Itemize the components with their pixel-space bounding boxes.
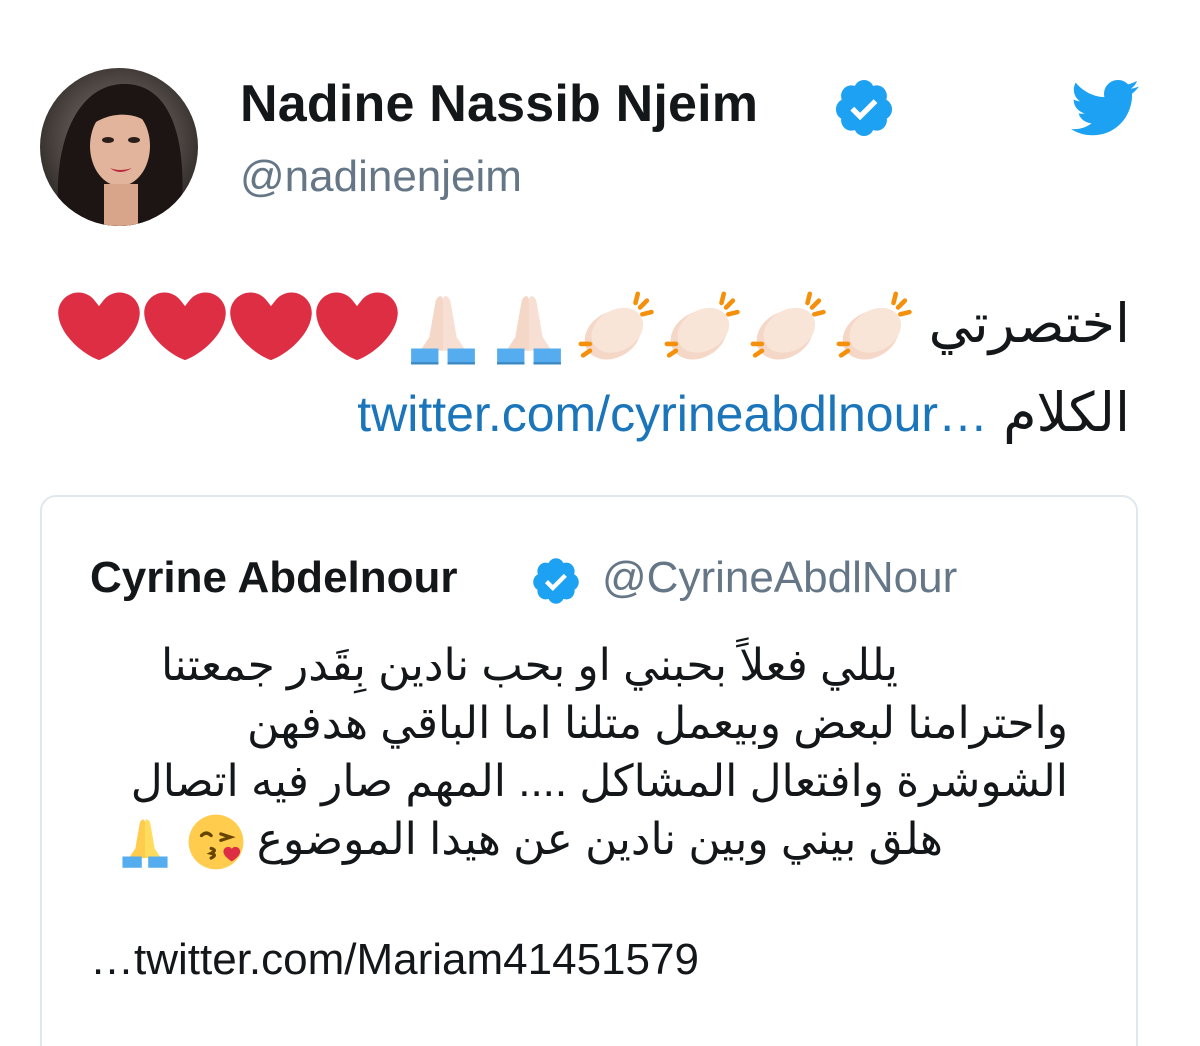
clapping-hands-icon: [746, 287, 828, 369]
tweet-word-2: الكلام: [1003, 382, 1130, 443]
clapping-hands-icon: [574, 287, 656, 369]
face-blowing-kiss-icon: [187, 813, 245, 871]
tweet-text-line-2: الكلام twitter.com/cyrineabdlnour…: [40, 369, 1130, 458]
quoted-line-2: واحترامنا لبعض وبيعمل متلنا اما الباقي ه…: [246, 699, 1068, 748]
verified-badge-icon: [533, 558, 579, 604]
tweet-word: اختصرتي: [928, 294, 1130, 354]
quoted-line-4-text: هلق بيني وبين نادين عن هيدا الموضوع: [256, 815, 943, 864]
emoji-row: [57, 287, 914, 369]
red-heart-icon: [315, 287, 398, 369]
red-heart-icon: [57, 287, 140, 369]
quoted-line-3: الشوشرة وافتعال المشاكل .... المهم صار ف…: [130, 757, 1068, 806]
clapping-hands-icon: [832, 287, 914, 369]
quoted-author-handle[interactable]: @CyrineAbdlNour: [602, 553, 957, 603]
clapping-hands-icon: [660, 287, 742, 369]
tweet-text: اختصرتي الكلام twitter.com/cyrineabdlnou…: [40, 280, 1130, 458]
quoted-author-name[interactable]: Cyrine Abdelnour: [90, 553, 458, 603]
verified-badge-icon: [835, 80, 892, 136]
twitter-bird-icon[interactable]: [1070, 78, 1140, 136]
folded-hands-icon: [116, 813, 174, 871]
author-avatar[interactable]: [40, 68, 198, 226]
tweet-link[interactable]: twitter.com/cyrineabdlnour…: [357, 386, 988, 442]
tweet-card: Nadine Nassib Njeim @nadinenjeim اختصرتي: [0, 0, 1200, 1046]
quoted-tweet[interactable]: Cyrine Abdelnour @CyrineAbdlNour يللي فع…: [40, 495, 1138, 1046]
quoted-line-1: يللي فعلاً بحبني او بحب نادين بِقَدر جمع…: [161, 641, 898, 690]
red-heart-icon: [229, 287, 312, 369]
author-name[interactable]: Nadine Nassib Njeim: [240, 74, 758, 134]
folded-hands-icon: [402, 287, 484, 369]
quoted-tweet-text: يللي فعلاً بحبني او بحب نادين بِقَدر جمع…: [90, 637, 1068, 871]
tweet-text-line-1: اختصرتي: [40, 280, 1130, 369]
quoted-line-4: هلق بيني وبين نادين عن هيدا الموضوع: [90, 811, 1068, 871]
red-heart-icon: [143, 287, 226, 369]
author-handle[interactable]: @nadinenjeim: [240, 152, 522, 202]
folded-hands-icon: [488, 287, 570, 369]
quoted-tweet-link[interactable]: …twitter.com/Mariam41451579: [90, 935, 699, 985]
